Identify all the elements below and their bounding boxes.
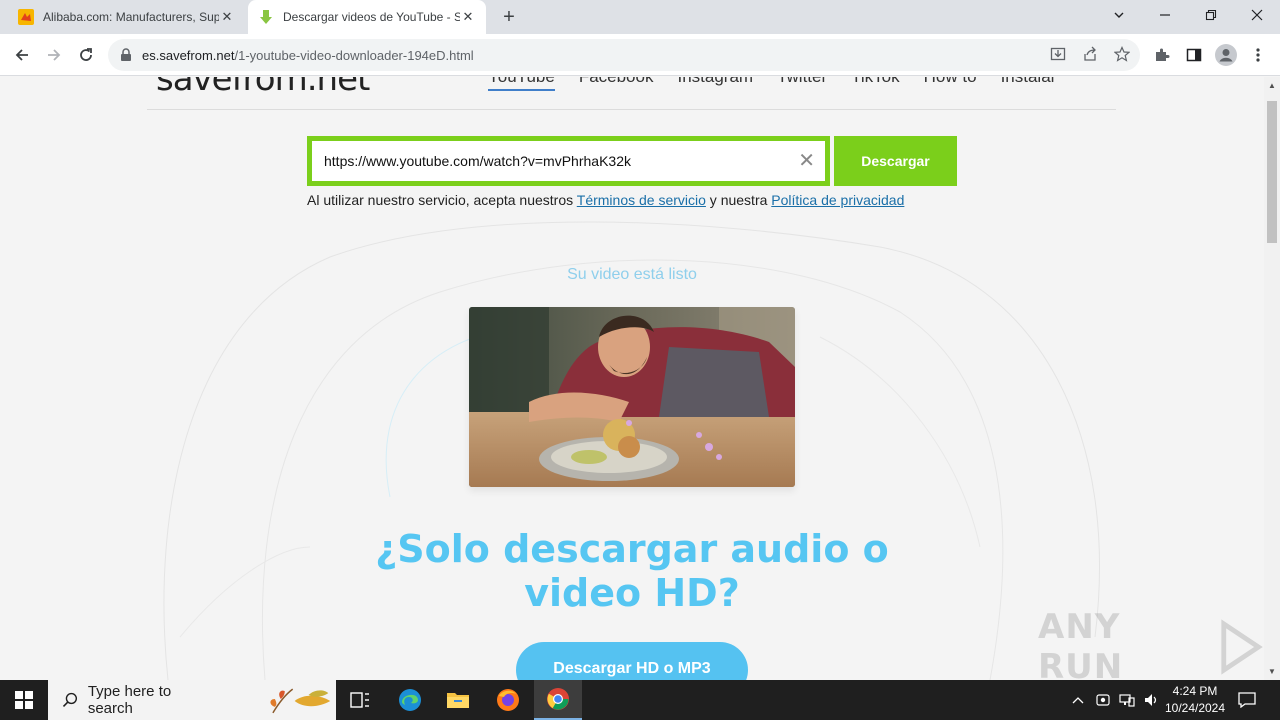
terms-notice: Al utilizar nuestro servicio, acepta nue…: [307, 192, 904, 208]
address-bar[interactable]: es.savefrom.net/1-youtube-video-download…: [108, 39, 1140, 71]
bookmark-star-icon[interactable]: [1110, 42, 1134, 66]
meet-now-icon[interactable]: [1092, 680, 1114, 720]
promo-heading: ¿Solo descargar audio o video HD?: [0, 527, 1264, 615]
profile-avatar-icon[interactable]: [1214, 43, 1238, 67]
video-thumbnail-image: [469, 307, 795, 487]
page-viewport: savefrom.net YouTube Facebook Instagram …: [0, 77, 1264, 680]
site-nav: YouTube Facebook Instagram Twitter TikTo…: [488, 77, 1080, 91]
clock-time: 4:24 PM: [1172, 684, 1218, 698]
firefox-icon[interactable]: [484, 680, 532, 720]
notifications-icon[interactable]: [1234, 680, 1260, 720]
alibaba-favicon-icon: [18, 9, 34, 25]
nav-howto[interactable]: How to: [924, 77, 977, 91]
edge-browser-icon[interactable]: [386, 680, 434, 720]
url-text: es.savefrom.net/1-youtube-video-download…: [142, 48, 474, 63]
install-app-icon[interactable]: [1046, 42, 1070, 66]
nav-divider: [147, 109, 1116, 110]
download-button[interactable]: Descargar: [834, 136, 957, 186]
promo-line-1: ¿Solo descargar audio o: [375, 527, 889, 571]
close-tab-icon[interactable]: ✕: [219, 9, 235, 25]
chrome-icon[interactable]: [534, 680, 582, 720]
nav-instalar[interactable]: Instalar: [1001, 77, 1057, 91]
nav-facebook[interactable]: Facebook: [579, 77, 654, 91]
tab-title: Alibaba.com: Manufacturers, Suppliers: [43, 10, 219, 24]
nav-instagram[interactable]: Instagram: [677, 77, 753, 91]
clear-input-icon[interactable]: ✕: [798, 151, 815, 171]
nav-tiktok[interactable]: TikTok: [851, 77, 900, 91]
nav-twitter[interactable]: Twitter: [777, 77, 827, 91]
url-path: /1-youtube-video-downloader-194eD.html: [234, 47, 474, 63]
video-thumbnail[interactable]: [469, 307, 795, 487]
close-window-icon[interactable]: [1234, 0, 1280, 30]
show-hidden-icons-chevron-icon[interactable]: [1068, 680, 1088, 720]
new-tab-button[interactable]: +: [496, 4, 522, 30]
terms-mid: y nuestra: [705, 192, 772, 208]
search-icon: [62, 692, 78, 707]
tab-title: Descargar videos de YouTube - SaveFrom: [283, 10, 460, 24]
anyrun-watermark: ANY RUN: [1038, 607, 1264, 680]
tab-alibaba[interactable]: Alibaba.com: Manufacturers, Suppliers ✕: [8, 0, 245, 34]
windows-taskbar: Type here to search 4:24 PM 10/24/2024: [0, 680, 1280, 720]
chrome-menu-icon[interactable]: [1246, 43, 1270, 67]
back-arrow-icon[interactable]: [8, 41, 36, 69]
minimize-icon[interactable]: [1142, 0, 1188, 30]
video-url-input[interactable]: https://www.youtube.com/watch?v=mvPhrhaK…: [312, 141, 825, 181]
autumn-leaves-icon: [270, 688, 331, 714]
download-hd-mp3-button[interactable]: Descargar HD o MP3: [516, 642, 748, 680]
windows-logo-icon: [15, 691, 33, 709]
taskbar-clock[interactable]: 4:24 PM 10/24/2024: [1160, 683, 1230, 717]
anyrun-watermark-text: ANY RUN: [1038, 607, 1124, 680]
video-ready-label: Su video está listo: [567, 266, 697, 283]
taskbar-search-box[interactable]: Type here to search: [48, 680, 336, 720]
task-view-icon[interactable]: [336, 680, 384, 720]
terms-prefix: Al utilizar nuestro servicio, acepta nue…: [307, 192, 577, 208]
close-tab-icon[interactable]: ✕: [460, 9, 476, 25]
taskbar-search-placeholder: Type here to search: [87, 683, 172, 717]
browser-toolbar: es.savefrom.net/1-youtube-video-download…: [0, 34, 1280, 76]
play-triangle-icon: [1221, 619, 1263, 675]
video-url-value: https://www.youtube.com/watch?v=mvPhrhaK…: [324, 153, 631, 169]
url-host: es.savefrom.net: [142, 47, 235, 63]
volume-icon[interactable]: [1140, 680, 1162, 720]
scroll-up-icon[interactable]: ▲: [1268, 81, 1276, 90]
terms-of-service-link[interactable]: Términos de servicio: [577, 192, 706, 208]
network-icon[interactable]: [1116, 680, 1138, 720]
reload-icon[interactable]: [72, 41, 100, 69]
tab-savefrom[interactable]: Descargar videos de YouTube - SaveFrom ✕: [248, 0, 486, 34]
privacy-policy-link[interactable]: Política de privacidad: [771, 192, 904, 208]
lock-icon: [121, 48, 131, 61]
forward-arrow-icon[interactable]: [40, 41, 68, 69]
scroll-down-icon[interactable]: ▼: [1268, 667, 1276, 676]
tab-search-icon[interactable]: [1096, 0, 1142, 30]
savefrom-favicon-icon: [260, 10, 272, 24]
file-explorer-icon[interactable]: [434, 680, 482, 720]
scrollbar-thumb[interactable]: [1267, 101, 1277, 243]
share-icon[interactable]: [1078, 42, 1102, 66]
extensions-puzzle-icon[interactable]: [1150, 43, 1174, 67]
page-scrollbar[interactable]: ▲ ▼: [1264, 77, 1280, 680]
tab-strip: Alibaba.com: Manufacturers, Suppliers ✕ …: [0, 0, 1280, 34]
nav-youtube[interactable]: YouTube: [488, 77, 555, 91]
site-logo[interactable]: savefrom.net: [156, 77, 370, 99]
restore-icon[interactable]: [1188, 0, 1234, 30]
url-input-frame: https://www.youtube.com/watch?v=mvPhrhaK…: [307, 136, 830, 186]
side-panel-icon[interactable]: [1182, 43, 1206, 67]
clock-date: 10/24/2024: [1164, 701, 1226, 715]
start-button[interactable]: [0, 680, 48, 720]
